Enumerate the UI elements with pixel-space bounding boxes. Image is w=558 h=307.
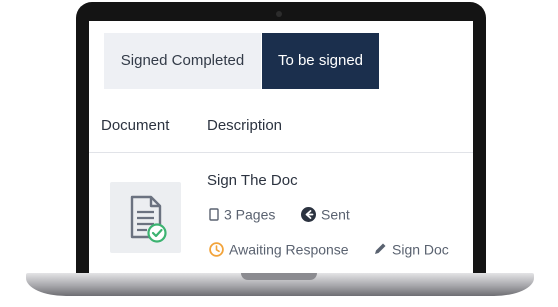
page-count: 3 Pages — [209, 205, 275, 222]
clock-icon — [209, 241, 224, 257]
awaiting-status: Awaiting Response — [209, 240, 349, 257]
page-icon — [209, 208, 219, 221]
camera-icon — [276, 11, 282, 17]
column-header-document: Document — [101, 117, 170, 134]
awaiting-label: Awaiting Response — [229, 241, 349, 258]
document-title[interactable]: Sign The Doc — [207, 172, 298, 189]
sign-doc-button[interactable]: Sign Doc — [373, 240, 449, 257]
page-count-label: 3 Pages — [224, 206, 276, 223]
sent-status: Sent — [301, 205, 350, 222]
tab-to-be-signed[interactable]: To be signed — [262, 33, 379, 89]
pencil-icon — [375, 243, 386, 255]
document-thumbnail[interactable] — [110, 182, 181, 253]
document-icon — [130, 195, 167, 243]
tab-signed-completed[interactable]: Signed Completed — [104, 33, 261, 89]
screen: Signed Completed To be signed Document D… — [89, 21, 473, 273]
sent-label: Sent — [321, 206, 350, 223]
sent-icon — [301, 206, 316, 222]
divider — [89, 152, 473, 153]
sign-doc-label: Sign Doc — [392, 241, 449, 258]
column-header-description: Description — [207, 117, 283, 134]
laptop-notch — [241, 273, 317, 280]
